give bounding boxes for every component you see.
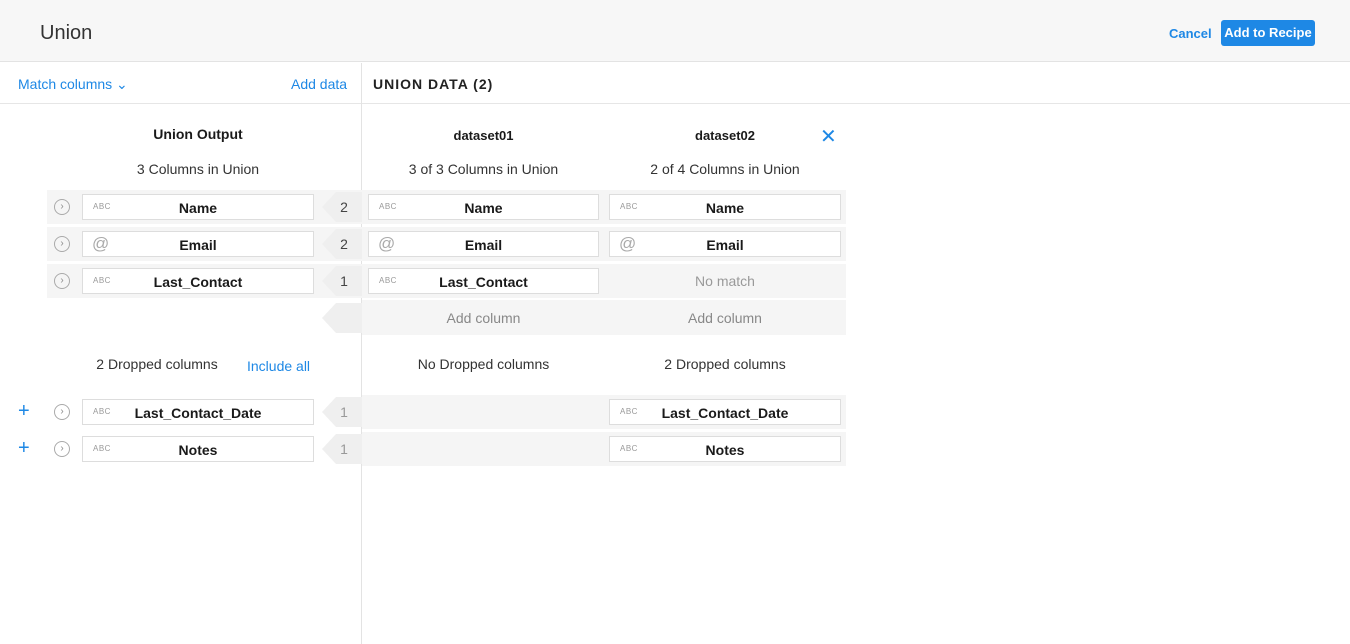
dataset02-column-email[interactable]: @ Email (609, 231, 841, 257)
expand-chevron-icon[interactable]: › (54, 273, 70, 289)
dataset02-dropped-summary: 2 Dropped columns (664, 356, 786, 372)
dataset02-no-match[interactable]: No match (609, 273, 841, 289)
dataset02-title: dataset02 (695, 128, 755, 143)
column-label: Last_Contact (153, 274, 243, 290)
output-dropped-summary: 2 Dropped columns (96, 356, 218, 372)
union-output-title: Union Output (153, 126, 243, 142)
header-bar: Union Cancel Add to Recipe (0, 0, 1350, 62)
dataset01-add-column[interactable]: Add column (368, 310, 599, 326)
include-column-plus-icon[interactable]: + (18, 400, 30, 423)
output-column-last-contact[interactable]: ABC Last_Contact (82, 268, 314, 294)
dataset02-column-name[interactable]: ABC Name (609, 194, 841, 220)
match-count: 1 (340, 273, 348, 289)
dataset02-dropped-notes[interactable]: ABC Notes (609, 436, 841, 462)
include-all-link[interactable]: Include all (247, 358, 310, 374)
match-count: 2 (340, 236, 348, 252)
column-label: Notes (705, 442, 745, 458)
panel-divider (361, 63, 362, 644)
row-arrow (322, 303, 362, 333)
column-label: Last_Contact_Date (661, 405, 789, 421)
toolbar: Match columns ⌄ Add data UNION DATA (2) (0, 63, 1350, 104)
cancel-button[interactable]: Cancel (1169, 26, 1212, 41)
add-to-recipe-button[interactable]: Add to Recipe (1221, 20, 1315, 46)
dataset02-add-column[interactable]: Add column (609, 310, 841, 326)
expand-chevron-icon[interactable]: › (54, 199, 70, 215)
union-output-summary: 3 Columns in Union (136, 161, 260, 177)
page-title: Union (40, 22, 93, 44)
column-label: Email (706, 237, 744, 253)
column-label: Email (464, 237, 503, 253)
add-data-link[interactable]: Add data (291, 76, 347, 92)
match-count: 2 (340, 199, 348, 215)
include-column-plus-icon[interactable]: + (18, 437, 30, 460)
output-column-email[interactable]: @ Email (82, 231, 314, 257)
column-label: Name (464, 200, 503, 216)
dataset02-dropped-last-contact-date[interactable]: ABC Last_Contact_Date (609, 399, 841, 425)
dropped-column-last-contact-date[interactable]: ABC Last_Contact_Date (82, 399, 314, 425)
dataset01-column-email[interactable]: @ Email (368, 231, 599, 257)
column-label: Name (178, 200, 218, 216)
expand-chevron-icon[interactable]: › (54, 404, 70, 420)
dataset01-column-name[interactable]: ABC Name (368, 194, 599, 220)
match-count: 1 (340, 404, 348, 420)
output-column-name[interactable]: ABC Name (82, 194, 314, 220)
match-count: 1 (340, 441, 348, 457)
column-label: Notes (178, 442, 218, 458)
column-label: Email (179, 237, 217, 253)
union-data-heading: UNION DATA (2) (373, 76, 494, 92)
dataset01-column-last-contact[interactable]: ABC Last_Contact (368, 268, 599, 294)
match-columns-dropdown[interactable]: Match columns ⌄ (18, 76, 128, 93)
dataset01-summary: 3 of 3 Columns in Union (408, 161, 559, 177)
column-label: Last_Contact_Date (134, 405, 262, 421)
remove-dataset02-close-icon[interactable]: ✕ (820, 124, 837, 149)
column-label: Last_Contact (439, 274, 528, 290)
expand-chevron-icon[interactable]: › (54, 236, 70, 252)
dataset01-dropped-summary: No Dropped columns (417, 356, 550, 372)
dataset02-summary: 2 of 4 Columns in Union (650, 161, 800, 177)
expand-chevron-icon[interactable]: › (54, 441, 70, 457)
dataset01-title: dataset01 (453, 128, 514, 143)
dropped-column-notes[interactable]: ABC Notes (82, 436, 314, 462)
column-label: Name (705, 200, 745, 216)
